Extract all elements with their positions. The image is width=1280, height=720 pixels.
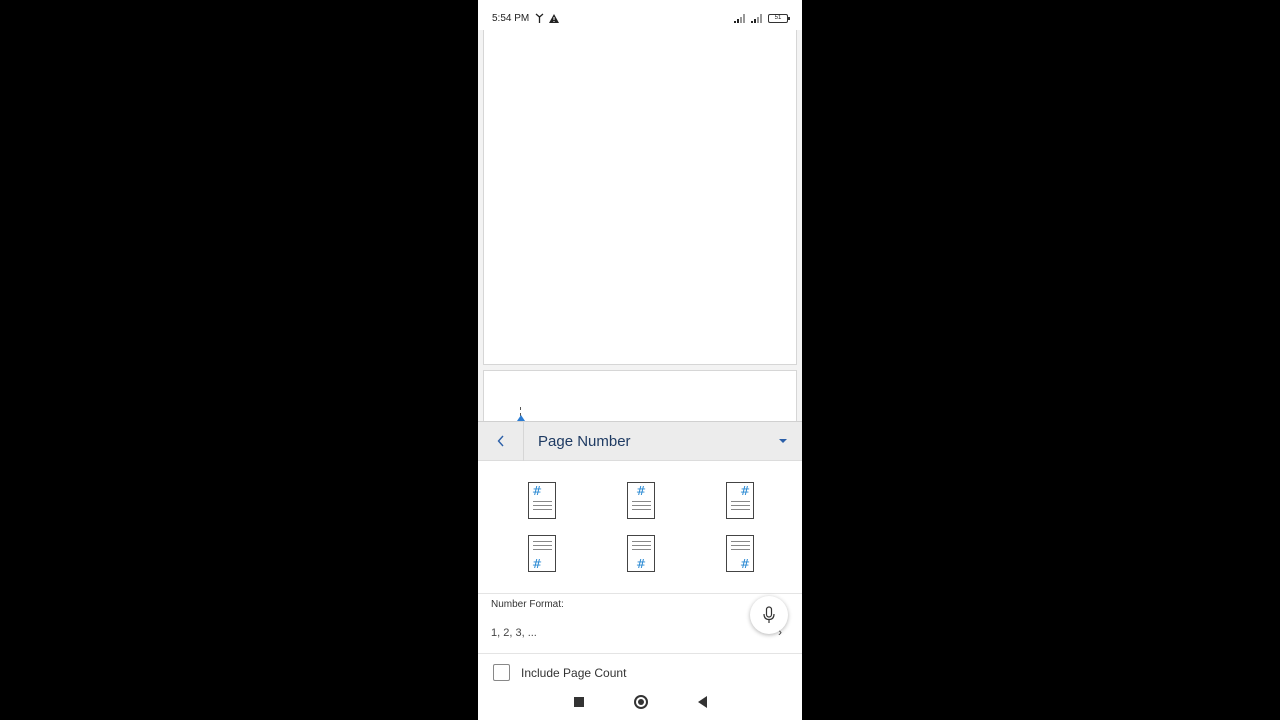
page-number-top-left[interactable]: # [528, 482, 556, 519]
signal-icon [751, 13, 762, 23]
signal-icon [734, 13, 745, 23]
chevron-left-icon [497, 435, 504, 447]
page-number-top-right[interactable]: # [726, 482, 754, 519]
page-number-bottom-right[interactable]: # [726, 535, 754, 572]
document-canvas[interactable] [478, 30, 802, 430]
page-number-bottom-center[interactable]: # [627, 535, 655, 572]
phone-screen: 5:54 PM 51 Page Number # # # # # # Numbe… [478, 0, 802, 720]
home-button[interactable] [633, 695, 648, 709]
microphone-icon [763, 606, 775, 623]
page-number-layout-grid: # # # # # # [478, 461, 802, 593]
status-time: 5:54 PM [492, 12, 530, 24]
battery-icon: 51 [768, 13, 790, 23]
page-number-bottom-left[interactable]: # [528, 535, 556, 572]
panel-dropdown-button[interactable] [764, 421, 802, 461]
include-page-count-checkbox[interactable] [493, 664, 510, 681]
panel-header: Page Number [478, 421, 802, 461]
network-activity-icon [535, 13, 544, 23]
warning-icon [549, 13, 560, 23]
number-format-label: Number Format: [491, 599, 564, 610]
document-page[interactable] [483, 30, 797, 365]
recents-button[interactable] [573, 697, 584, 707]
back-nav-button[interactable] [697, 696, 707, 708]
number-format-value[interactable]: 1, 2, 3, ... [491, 627, 537, 639]
microphone-button[interactable] [750, 596, 788, 634]
android-nav-bar [478, 684, 802, 720]
include-page-count-label: Include Page Count [521, 666, 627, 680]
divider [478, 653, 802, 654]
divider [478, 593, 802, 594]
panel-title: Page Number [538, 432, 631, 450]
panel-body: # # # # # # Number Format: 1, 2, 3, ... … [478, 461, 802, 720]
back-button[interactable] [478, 421, 524, 461]
page-number-top-center[interactable]: # [627, 482, 655, 519]
caret-down-icon [779, 439, 787, 443]
